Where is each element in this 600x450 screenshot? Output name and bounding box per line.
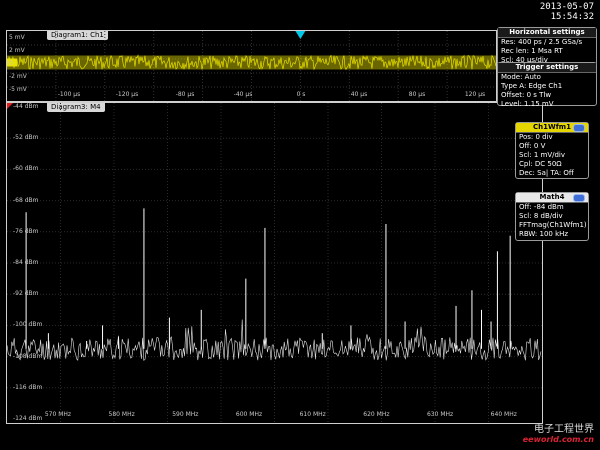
diagram1-x-tick: 120 µs [464, 91, 486, 98]
diagram1-y-tick: 0 [9, 60, 13, 67]
diagram1-x-tick: 80 µs [408, 91, 426, 98]
diagram3-y-tick: -52 dBm [13, 134, 39, 142]
trigger-settings-panel[interactable]: Trigger settings Mode: Auto Type A: Edge… [497, 62, 597, 108]
diagram3-y-tick: -100 dBm [13, 321, 43, 329]
diagram3-x-tick: 640 MHz [490, 411, 517, 418]
ch1wfm1-title-label: Ch1Wfm1 [533, 123, 571, 131]
diagram3-x-tick: 600 MHz [235, 411, 263, 418]
diagram3-y-tick: -84 dBm [13, 259, 39, 266]
diagram1-x-tick: -120 µs [115, 91, 139, 98]
date-time-display: 2013-05-07 15:54:32 [540, 2, 594, 22]
fft-spectrum-plot [7, 103, 542, 423]
diagram3-y-tick: -76 dBm [13, 227, 39, 235]
diagram1-y-tick: 2 mV [9, 47, 25, 54]
math4-title-label: Math4 [539, 193, 565, 201]
diagram1-panel[interactable]: Diagram1: Ch1 5 mV 2 mV 0 -2 mV -5 mV -100 µ… [6, 30, 497, 102]
ch1wfm1-toggle-icon[interactable] [573, 124, 585, 132]
ch1-decimation: Dec: Sa| TA: Off [519, 169, 574, 177]
diagram3-x-tick: 610 MHz [299, 411, 326, 418]
diagram3-x-tick: 570 MHz [44, 411, 72, 418]
date-label: 2013-05-07 [539, 2, 594, 12]
math4-offset: Off: -84 dBm [519, 203, 564, 211]
math4-rbw: RBW: 100 kHz [519, 230, 569, 238]
diagram1-x-tick: 40 µs [350, 91, 368, 98]
horizontal-reclen: Rec len: 1 Msa RT [501, 47, 563, 55]
trigger-type: Type A: Edge Ch1 [501, 82, 563, 90]
brand-en: eeworld.com.cn [522, 435, 594, 444]
horizontal-settings-title: Horizontal settings [498, 28, 596, 38]
diagram3-y-tick: -68 dBm [13, 196, 39, 204]
diagram3-y-tick: -92 dBm [13, 290, 39, 298]
diagram3-y-tick: -44 dBm [13, 103, 39, 110]
diagram3-x-tick: 630 MHz [426, 411, 454, 418]
math4-function: FFTmag(Ch1Wfm1) [519, 221, 587, 229]
diagram3-x-tick: 590 MHz [172, 411, 199, 418]
ch1wfm1-title: Ch1Wfm1 [516, 123, 588, 133]
time-label: 15:54:32 [550, 12, 594, 22]
diagram1-y-tick: -2 mV [9, 73, 27, 80]
trigger-position-marker-icon [295, 31, 306, 39]
ch1-coupling: Cpl: DC 50Ω [519, 160, 562, 168]
math4-panel[interactable]: Math4 Off: -84 dBm Scl: 8 dB/div FFTmag(… [515, 192, 589, 241]
diagram1-y-tick: -5 mV [9, 86, 27, 93]
trigger-mode: Mode: Auto [501, 73, 541, 81]
diagram1-x-tick: 0 s [296, 91, 306, 98]
trigger-settings-title: Trigger settings [498, 63, 596, 73]
brand-cn: 电子工程世界 [534, 424, 594, 435]
diagram3-y-tick: -60 dBm [13, 165, 39, 173]
diagram1-x-tick: -80 µs [175, 91, 195, 98]
horizontal-settings-panel[interactable]: Horizontal settings Res: 400 ps / 2.5 GS… [497, 27, 597, 66]
diagram3-x-tick: 580 MHz [108, 411, 135, 418]
brand-watermark: 电子工程世界 eeworld.com.cn [523, 420, 594, 444]
horizontal-res: Res: 400 ps / 2.5 GSa/s [501, 38, 583, 46]
diagram3-y-tick: -124 dBm [13, 415, 43, 422]
ch1-position: Pos: 0 div [519, 133, 553, 141]
diagram1-x-tick: -100 µs [57, 91, 81, 98]
diagram1-y-tick: 5 mV [9, 34, 25, 41]
trigger-offset: Offset: 0 s Tlw [501, 91, 552, 99]
math4-toggle-icon[interactable] [573, 194, 585, 202]
ch1wfm1-panel[interactable]: Ch1Wfm1 Pos: 0 div Off: 0 V Scl: 1 mV/di… [515, 122, 589, 179]
diagram1-x-tick: -40 µs [233, 91, 253, 98]
diagram3-y-tick: -116 dBm [13, 383, 43, 391]
ch1-scale: Scl: 1 mV/div [519, 151, 565, 159]
ch1-offset: Off: 0 V [519, 142, 546, 150]
math4-title: Math4 [516, 193, 588, 203]
diagram3-x-tick: 620 MHz [363, 411, 390, 418]
math4-scale: Scl: 8 dB/div [519, 212, 563, 220]
diagram3-panel[interactable]: Diagram3: M4 -44 dBm -52 dBm -60 dBm -68 dB… [6, 102, 543, 424]
trigger-level: Level: 1.15 mV [501, 100, 554, 108]
diagram3-y-tick: -108 dBm [13, 352, 43, 360]
